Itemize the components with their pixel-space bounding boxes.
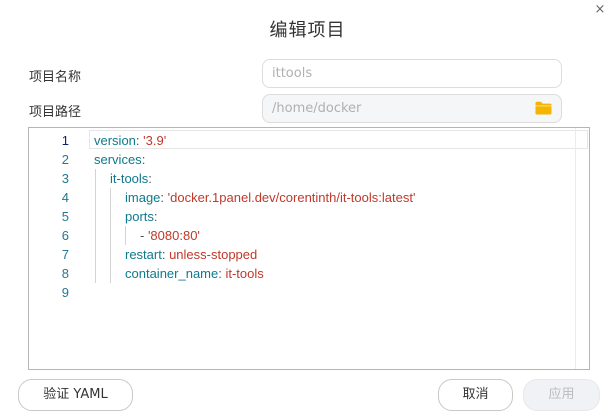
folder-icon[interactable]	[535, 101, 552, 115]
indent-guide	[95, 264, 96, 283]
indent-guide	[110, 188, 111, 207]
project-path-label: 项目路径	[29, 105, 82, 120]
cancel-button[interactable]: 取消	[438, 379, 513, 411]
indent-guide	[125, 226, 126, 245]
indent-guide	[110, 226, 111, 245]
line-number: 7	[61, 247, 69, 262]
line-number: 6	[61, 228, 69, 243]
apply-button[interactable]: 应用	[523, 379, 600, 411]
code-line: 6 - '8080:80'	[29, 226, 575, 245]
code-line: 9	[29, 283, 575, 302]
line-number: 8	[61, 266, 69, 281]
code-line: 7 restart: unless-stopped	[29, 245, 575, 264]
indent-guide	[110, 264, 111, 283]
indent-guide	[110, 207, 111, 226]
line-number: 1	[61, 133, 69, 148]
line-number: 2	[61, 152, 69, 167]
line-number: 5	[61, 209, 69, 224]
edit-project-dialog: × 编辑项目 项目名称 项目路径 1 version: '3.9' 2 serv…	[0, 0, 615, 419]
code-line: 4 image: 'docker.1panel.dev/corentinth/i…	[29, 188, 575, 207]
code-text: it-tools:	[110, 171, 152, 186]
code-line: 3 it-tools:	[29, 169, 575, 188]
code-text: - '8080:80'	[140, 228, 200, 243]
validate-yaml-button[interactable]: 验证 YAML	[18, 379, 133, 411]
code-text: ports:	[125, 209, 158, 224]
project-path-input[interactable]	[262, 94, 562, 123]
project-name-input[interactable]	[262, 59, 562, 88]
editor-scrollbar[interactable]	[575, 128, 589, 369]
project-name-label: 项目名称	[29, 70, 82, 85]
code-line: 2 services:	[29, 150, 575, 169]
indent-guide	[95, 245, 96, 264]
dialog-title: 编辑项目	[269, 20, 346, 41]
code-text: container_name: it-tools	[125, 266, 264, 281]
code-line: 5 ports:	[29, 207, 575, 226]
line-number: 9	[61, 285, 69, 300]
indent-guide	[95, 169, 96, 188]
indent-guide	[95, 207, 96, 226]
code-line: 1 version: '3.9'	[29, 131, 575, 150]
line-number: 4	[61, 190, 69, 205]
yaml-editor[interactable]: 1 version: '3.9' 2 services: 3 it-tools:…	[28, 127, 590, 370]
line-number: 3	[61, 171, 69, 186]
code-text: services:	[94, 152, 146, 167]
code-text: restart: unless-stopped	[125, 247, 258, 262]
indent-guide	[95, 188, 96, 207]
code-line: 8 container_name: it-tools	[29, 264, 575, 283]
indent-guide	[110, 245, 111, 264]
code-text: version: '3.9'	[94, 133, 167, 148]
indent-guide	[95, 226, 96, 245]
close-icon[interactable]: ×	[593, 3, 607, 17]
code-text: image: 'docker.1panel.dev/corentinth/it-…	[125, 190, 416, 205]
